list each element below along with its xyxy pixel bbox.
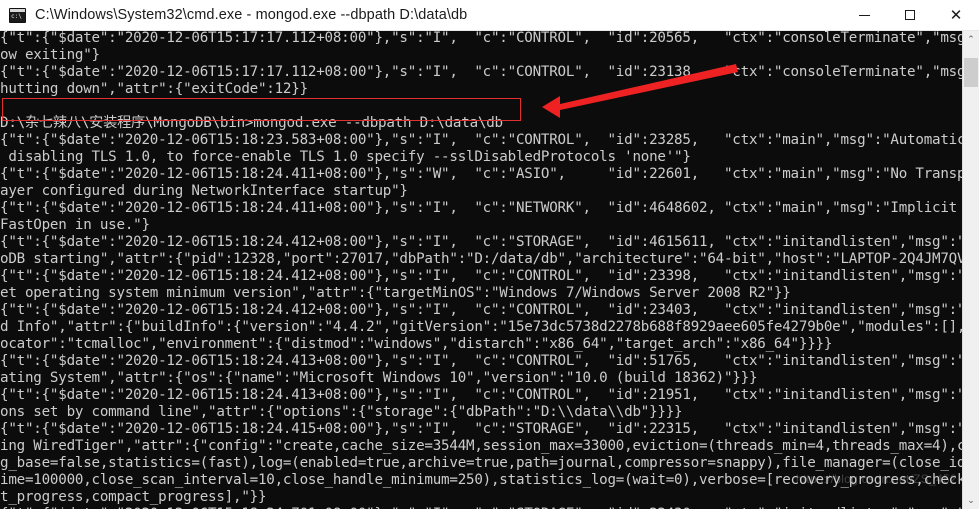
scrollbar-thumb[interactable]: [964, 58, 978, 87]
maximize-button[interactable]: [887, 0, 933, 31]
cmd-window: C:\Windows\System32\cmd.exe - mongod.exe…: [0, 0, 979, 509]
close-icon: ✕: [949, 5, 963, 24]
console-output-area[interactable]: {"t":{"$date":"2020-12-06T15:17:17.112+0…: [0, 31, 962, 509]
minimize-button[interactable]: [841, 0, 887, 31]
scroll-up-arrow-icon[interactable]: ⌃: [963, 31, 979, 48]
maximize-icon: [905, 10, 915, 20]
window-title: C:\Windows\System32\cmd.exe - mongod.exe…: [35, 7, 468, 23]
scroll-down-arrow-icon[interactable]: ⌄: [963, 492, 979, 509]
cmd-console-icon: [9, 7, 26, 23]
window-controls: ✕: [841, 0, 979, 31]
close-button[interactable]: ✕: [933, 0, 979, 31]
minimize-icon: [858, 14, 870, 16]
window-titlebar: C:\Windows\System32\cmd.exe - mongod.exe…: [0, 0, 979, 31]
vertical-scrollbar[interactable]: ⌃ ⌄: [962, 31, 979, 509]
console-log-text: {"t":{"$date":"2020-12-06T15:17:17.112+0…: [0, 31, 962, 509]
